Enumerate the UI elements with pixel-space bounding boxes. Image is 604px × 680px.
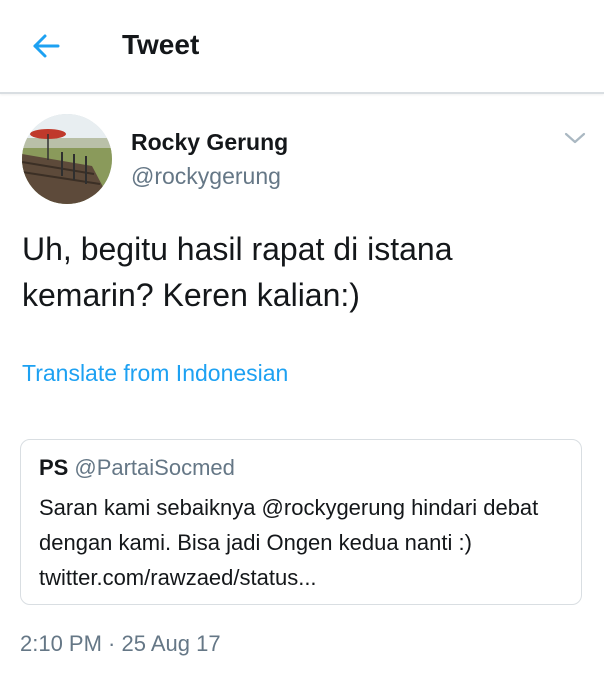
translate-link[interactable]: Translate from Indonesian (22, 358, 288, 388)
quoted-author-handle: @PartaiSocmed (74, 455, 235, 480)
quoted-tweet-header: PS @PartaiSocmed (39, 454, 235, 482)
quoted-tweet-text: Saran kami sebaiknya @rockygerung hindar… (39, 495, 539, 590)
chevron-down-icon (564, 132, 586, 144)
tweet-timestamp: 2:10 PM · 25 Aug 17 (20, 631, 221, 656)
tweet-text: Uh, begitu hasil rapat di istana kemarin… (22, 231, 453, 313)
author-handle[interactable]: @rockygerung (131, 162, 281, 190)
profile-photo (22, 114, 112, 204)
more-options-button[interactable] (560, 124, 590, 152)
back-button[interactable] (26, 26, 66, 66)
avatar[interactable] (22, 114, 112, 204)
quoted-author-name: PS (39, 455, 69, 480)
arrow-left-icon (33, 34, 60, 58)
page-title: Tweet (122, 29, 200, 60)
author-name[interactable]: Rocky Gerung (131, 128, 288, 156)
top-app-bar: Tweet (0, 0, 604, 94)
quoted-tweet-card[interactable]: PS @PartaiSocmed Saran kami sebaiknya @ro… (20, 439, 582, 605)
